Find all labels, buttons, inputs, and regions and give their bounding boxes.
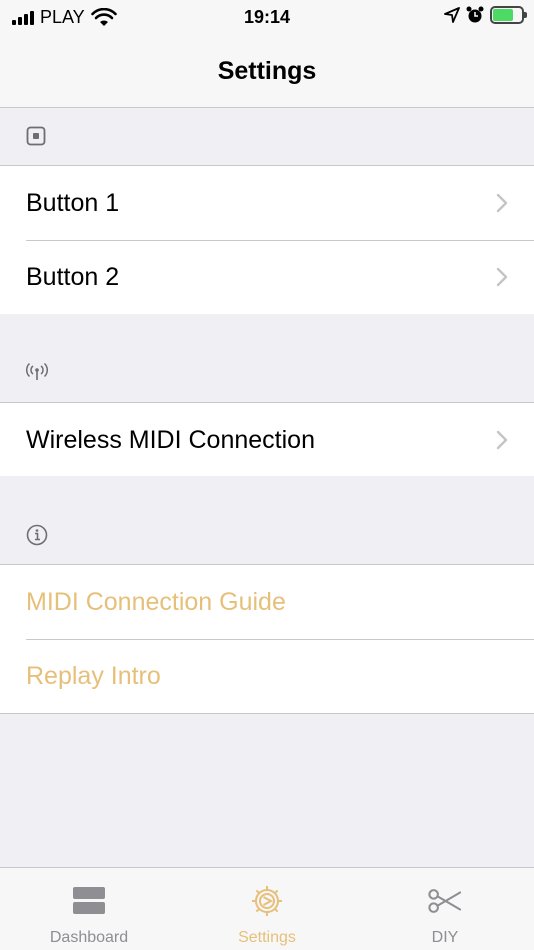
wireless-midi-connection-row[interactable]: Wireless MIDI Connection: [0, 403, 534, 477]
wireless-midi-connection-label: Wireless MIDI Connection: [26, 425, 315, 454]
midi-connection-guide-row[interactable]: MIDI Connection Guide: [0, 565, 534, 639]
wireless-icon: [26, 362, 48, 380]
button-1-row[interactable]: Button 1: [0, 166, 534, 240]
battery-level: [493, 9, 513, 21]
section-header-info: [0, 476, 534, 564]
button-1-label: Button 1: [26, 188, 120, 217]
tab-dashboard[interactable]: Dashboard: [0, 868, 178, 950]
info-group: MIDI Connection Guide Replay Intro: [0, 564, 534, 714]
wireless-group: Wireless MIDI Connection: [0, 402, 534, 478]
tab-bar: Dashboard Settings DIY: [0, 867, 534, 950]
tab-diy-label: DIY: [431, 929, 459, 946]
replay-intro-label: Replay Intro: [26, 661, 161, 690]
section-header-wireless: [0, 314, 534, 402]
button-2-label: Button 2: [26, 262, 120, 291]
replay-intro-row[interactable]: Replay Intro: [0, 639, 534, 713]
chevron-right-icon: [496, 430, 508, 450]
chevron-right-icon: [496, 267, 508, 287]
info-icon: [26, 524, 48, 546]
chevron-right-icon: [496, 193, 508, 213]
midi-connection-guide-label: MIDI Connection Guide: [26, 587, 286, 616]
scissors-icon: [428, 884, 462, 918]
page-title: Settings: [217, 57, 317, 85]
buttons-group: Button 1 Button 2: [0, 165, 534, 315]
tab-diy[interactable]: DIY: [356, 868, 534, 950]
tab-dashboard-label: Dashboard: [49, 929, 129, 946]
section-header-buttons: [0, 108, 534, 166]
settings-icon: [250, 884, 284, 918]
status-right: [444, 6, 527, 24]
location-icon: [444, 7, 460, 23]
tab-settings[interactable]: Settings: [178, 868, 356, 950]
battery-icon: [490, 6, 527, 24]
button-2-row[interactable]: Button 2: [0, 240, 534, 314]
tab-settings-label: Settings: [238, 929, 296, 946]
dashboard-icon: [72, 884, 106, 918]
navigation-bar: Settings: [0, 36, 534, 108]
status-bar: PLAY 19:14: [0, 0, 534, 36]
button-icon: [26, 126, 46, 146]
alarm-icon: [466, 6, 484, 23]
